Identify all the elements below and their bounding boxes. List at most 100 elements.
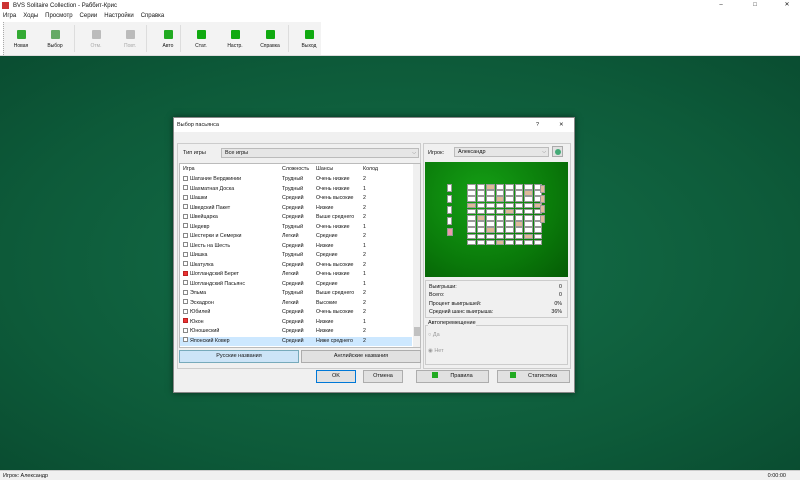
checkbox[interactable] — [183, 270, 188, 276]
preview-card — [505, 221, 514, 227]
checkbox[interactable] — [183, 242, 188, 247]
close-button[interactable]: ✕ — [776, 0, 798, 11]
toolbar-label: Отм. — [90, 43, 102, 49]
preview-card — [540, 185, 545, 193]
table-row[interactable]: Шотландский Берет Легкий Очень низкие 1 — [180, 270, 412, 280]
game-decks: 2 — [363, 252, 366, 258]
stats-button[interactable]: Стат. — [184, 22, 218, 55]
checkbox[interactable] — [183, 280, 188, 285]
preview-card — [495, 190, 504, 196]
checkbox[interactable] — [183, 204, 188, 209]
checkbox[interactable] — [183, 289, 188, 295]
new-game-button[interactable]: Новая — [4, 22, 38, 55]
table-row[interactable]: Японский Ковер Средний Ниже среднего 2 — [180, 336, 412, 346]
checkbox[interactable] — [183, 337, 188, 342]
preview-card — [524, 239, 533, 246]
menu-view[interactable]: Просмотр — [45, 11, 72, 21]
checkbox[interactable] — [183, 232, 188, 238]
table-row[interactable]: Юкон Средний Низкие 1 — [180, 318, 412, 328]
english-names-button[interactable]: Английские названия — [301, 350, 421, 363]
table-row[interactable]: Шотландский Пасьянс Средний Средние 1 — [180, 280, 412, 290]
checkbox[interactable] — [183, 299, 188, 304]
player-select[interactable]: Александр ⌵ — [454, 147, 549, 157]
statistics-button[interactable]: Статистика — [497, 370, 570, 383]
table-row[interactable]: Юношеский Средний Низкие 2 — [180, 327, 412, 337]
column-header-difficulty[interactable]: Сложность — [282, 165, 309, 175]
table-row[interactable]: Шишка Трудный Средние 2 — [180, 251, 412, 261]
game-list[interactable]: Игра Сложность Шансы Колод Шатание Вердж… — [179, 163, 421, 348]
cancel-button[interactable]: Отмена — [363, 370, 403, 383]
checkbox[interactable] — [183, 185, 188, 190]
table-row[interactable]: Шедевр Трудный Очень низкие 1 — [180, 223, 412, 233]
scrollbar-thumb[interactable] — [414, 327, 420, 336]
preview-card — [524, 202, 533, 209]
menu-moves[interactable]: Ходы — [23, 11, 38, 21]
table-row[interactable]: Шашки Средний Очень высокие 2 — [180, 194, 412, 204]
table-row[interactable]: Шкатулка Средний Очень высокие 2 — [180, 261, 412, 271]
autoplace-yes-radio[interactable]: ○ Да — [428, 332, 440, 338]
exit-icon — [304, 30, 314, 39]
checkbox[interactable] — [183, 223, 188, 228]
table-row[interactable]: Эльма Трудный Выше среднего 2 — [180, 289, 412, 299]
preview-card — [467, 202, 476, 209]
dialog-close-button[interactable]: ✕ — [559, 118, 564, 132]
table-row[interactable]: Шведский Пакет Средний Низкие 2 — [180, 204, 412, 214]
menu-series[interactable]: Серии — [80, 11, 98, 21]
checkbox[interactable] — [183, 194, 188, 200]
checkbox[interactable] — [183, 327, 188, 333]
menu-game[interactable]: Игра — [3, 11, 16, 21]
menu-settings[interactable]: Настройки — [104, 11, 133, 21]
preview-card — [495, 221, 504, 227]
settings-icon — [230, 30, 240, 39]
menu-help[interactable]: Справка — [141, 11, 165, 21]
settings-button[interactable]: Настр. — [218, 22, 252, 55]
preview-card — [514, 184, 523, 190]
game-difficulty: Средний — [282, 318, 304, 325]
preview-card — [495, 215, 504, 221]
column-header-game[interactable]: Игра — [183, 165, 195, 175]
maximize-button[interactable]: □ — [744, 0, 766, 11]
help-button[interactable]: Справка — [253, 22, 287, 55]
table-row[interactable]: Швейцарка Средний Выше среднего 2 — [180, 213, 412, 223]
table-row[interactable]: Юбилей Средний Очень высокие 2 — [180, 308, 412, 318]
game-decks: 2 — [363, 214, 366, 220]
game-difficulty: Средний — [282, 280, 304, 287]
russian-names-button[interactable]: Русские названия — [179, 350, 299, 363]
column-header-chances[interactable]: Шансы — [316, 165, 333, 175]
preview-card — [505, 202, 514, 209]
redo-button[interactable]: Повт. — [113, 22, 147, 55]
rules-button[interactable]: Правила — [416, 370, 489, 383]
game-decks: 1 — [363, 271, 366, 277]
help-button[interactable]: ? — [536, 118, 539, 132]
list-scrollbar[interactable] — [413, 164, 420, 347]
players-button[interactable] — [552, 146, 563, 157]
select-game-button[interactable]: Выбор — [38, 22, 72, 55]
table-row[interactable]: Шатание Верджинии Трудный Очень низкие 2 — [180, 175, 412, 185]
game-difficulty: Средний — [282, 204, 304, 211]
table-row[interactable]: Шахматная Доска Трудный Очень низкие 1 — [180, 185, 412, 195]
game-type-select[interactable]: Все игры ⌵ — [221, 148, 419, 158]
preview-card — [467, 196, 476, 202]
stat-label: Выигрыши: — [429, 284, 457, 290]
column-header-decks[interactable]: Колод — [363, 165, 378, 175]
game-name: Шкатулка — [190, 261, 214, 268]
table-row[interactable]: Шесть на Шесть Средний Низкие 1 — [180, 242, 412, 252]
minimize-button[interactable]: – — [710, 0, 732, 11]
checkbox[interactable] — [183, 261, 188, 266]
game-decks: 1 — [363, 280, 366, 287]
checkbox[interactable] — [183, 318, 188, 323]
exit-button[interactable]: Выход — [292, 22, 326, 55]
preview-card — [514, 233, 523, 240]
checkbox[interactable] — [183, 251, 188, 257]
undo-button[interactable]: Отм. — [79, 22, 113, 55]
game-type-value: Все игры — [225, 150, 249, 156]
checkbox[interactable] — [183, 308, 188, 314]
checkbox[interactable] — [183, 175, 188, 181]
game-chances: Очень высокие — [316, 195, 354, 201]
preview-card — [540, 215, 545, 223]
autoplace-no-radio[interactable]: ◉ Нет — [428, 348, 444, 354]
checkbox[interactable] — [183, 213, 188, 219]
table-row[interactable]: Шестерки и Семерки Легкий Средние 2 — [180, 232, 412, 242]
ok-button[interactable]: OK — [316, 370, 356, 383]
table-row[interactable]: Эскадрон Легкий Высокие 2 — [180, 299, 412, 309]
